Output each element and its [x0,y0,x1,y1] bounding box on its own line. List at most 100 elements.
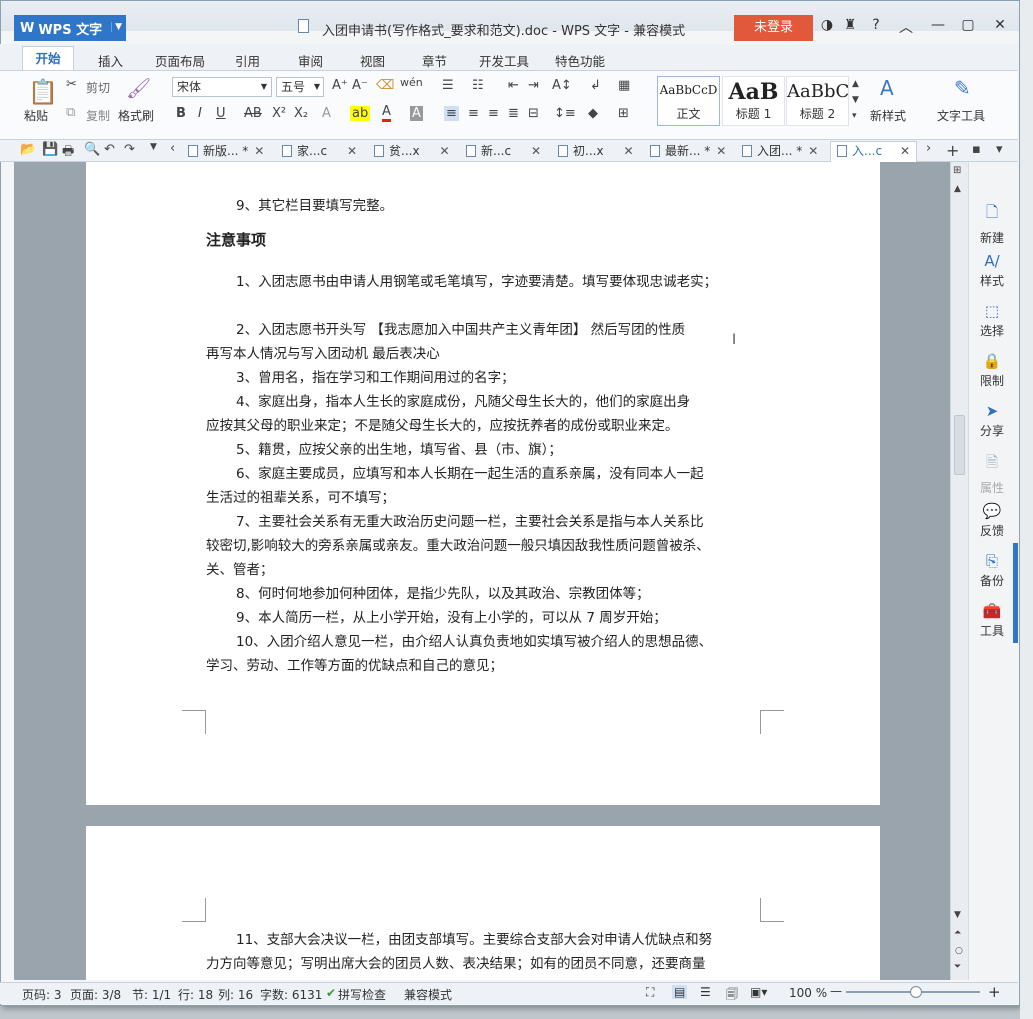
line-spacing-icon[interactable]: ↕≡ [554,106,576,121]
table-icon[interactable]: ▦ [618,78,630,93]
zoom-level[interactable]: 100 % [789,986,827,1000]
panel-edge-handle[interactable] [1013,543,1018,643]
cut-button[interactable]: 剪切 [86,79,110,96]
panel-backup[interactable]: ⎘ 备份 [970,552,1014,589]
char-shading-icon[interactable]: A [410,106,423,121]
panel-restrict[interactable]: 🔒 限制 [970,352,1014,389]
doc-tab[interactable]: 家...c ✕ [282,142,357,160]
doc-tab[interactable]: 入团... * ✕ [742,142,818,160]
bullets-icon[interactable]: ☰ [442,78,454,93]
close-icon[interactable]: ✕ [900,144,910,158]
login-button[interactable]: 未登录 [734,15,813,41]
close-button[interactable]: ✕ [990,17,1010,33]
paste-button[interactable]: 粘贴 [24,107,48,124]
chinese-layout-icon[interactable]: A↕ [552,78,572,93]
status-spell-check[interactable]: 拼写检查 [338,986,386,1003]
next-page-icon[interactable]: ⏷ [954,962,961,972]
minimize-button[interactable]: — [928,17,948,33]
tab-insert[interactable]: 插入 [98,51,123,70]
shrink-font-icon[interactable]: A⁻ [352,78,368,93]
tab-list-icon[interactable]: ▪ [972,142,981,157]
font-color-icon[interactable]: A [382,104,391,122]
save-icon[interactable]: 💾 [42,142,58,157]
superscript-icon[interactable]: X² [272,106,286,121]
zoom-out-icon[interactable]: — [830,984,842,998]
copy-button[interactable]: 复制 [86,107,110,124]
outline-view-icon[interactable]: ☰ [700,985,711,999]
reading-view-icon[interactable]: ▣▾ [750,985,767,999]
web-view-icon[interactable]: 🗐 [726,985,738,1006]
tab-chapter[interactable]: 章节 [422,51,447,70]
status-words[interactable]: 字数: 6131 [260,986,322,1003]
chevron-down-icon[interactable]: ▼ [150,142,157,152]
distribute-icon[interactable]: ⊟ [528,106,539,121]
grow-font-icon[interactable]: A⁺ [332,78,348,93]
tab-page-layout[interactable]: 页面布局 [155,51,205,70]
close-icon[interactable]: ✕ [254,144,264,158]
print-icon[interactable]: 🖶 [62,142,74,164]
open-icon[interactable]: 📂 [20,142,36,157]
fullscreen-icon[interactable]: ⛶ [646,985,654,1000]
show-marks-icon[interactable]: ↲ [590,78,601,93]
undo-icon[interactable]: ↶ [104,142,115,157]
strikethrough-icon[interactable]: AB [244,106,262,121]
maximize-button[interactable]: ▢ [958,17,978,33]
increase-indent-icon[interactable]: ⇥ [528,78,539,93]
document-area[interactable]: 9、其它栏目要填写完整。 注意事项 1、入团志愿书由申请人用钢笔或毛笔填写，字迹… [14,162,950,980]
shirt-icon[interactable]: ♜ [840,17,860,33]
highlight-icon[interactable]: ab [350,106,371,121]
font-select[interactable]: 宋体 ▼ [172,77,272,97]
scroll-up-icon[interactable]: ▲ [954,184,961,194]
close-icon[interactable]: ✕ [531,144,541,158]
justify-icon[interactable]: ≣ [508,106,519,121]
doc-tab[interactable]: 贫...x ✕ [374,142,450,160]
numbering-icon[interactable]: ☷ [472,78,484,93]
new-tab-icon[interactable]: + [946,141,959,160]
doc-tab[interactable]: 新版... * ✕ [188,142,264,160]
size-select[interactable]: 五号 ▼ [276,77,324,97]
align-left-icon[interactable]: ≡ [444,106,459,121]
clear-format-icon[interactable]: ⌫ [376,78,394,93]
tab-review[interactable]: 审阅 [298,51,323,70]
close-icon[interactable]: ✕ [440,144,450,158]
doc-tab[interactable]: 最新... * ✕ [650,142,726,160]
align-center-icon[interactable]: ≡ [468,106,479,121]
panel-style[interactable]: A/样式 [970,252,1014,289]
style-scroll-icon[interactable]: ▲ ▼ ▾ [852,76,859,124]
italic-icon[interactable]: I [198,106,202,121]
prev-page-icon[interactable]: ⏶ [954,928,961,938]
panel-properties[interactable]: 🗎 属性 [970,452,1014,496]
status-pages[interactable]: 页面: 3/8 [70,986,121,1003]
tab-special[interactable]: 特色功能 [555,51,605,70]
style-normal[interactable]: AaBbCcD 正文 [657,76,720,126]
text-tools-button[interactable]: 文字工具 [937,107,985,124]
select-browse-icon[interactable]: ○ [955,946,963,956]
panel-select[interactable]: ⬚ 选择 [970,302,1014,339]
scrollbar-thumb[interactable] [954,415,965,475]
vertical-scrollbar[interactable] [950,162,968,980]
pinyin-icon[interactable]: wén [400,76,423,89]
skin-icon[interactable]: ◑ [817,17,837,33]
text-effect-icon[interactable]: A [322,106,331,121]
style-heading-2[interactable]: AaBbC 标题 2 [786,76,849,126]
panel-tools[interactable]: 🧰 工具 [970,602,1014,639]
collapse-ribbon-icon[interactable]: ︿ [896,17,916,37]
format-painter-button[interactable]: 格式刷 [118,107,154,124]
new-style-button[interactable]: 新样式 [870,107,906,124]
close-icon[interactable]: ✕ [716,144,726,158]
chevron-right-icon[interactable]: › [926,141,931,156]
panel-feedback[interactable]: 💬 反馈 [970,502,1014,539]
align-right-icon[interactable]: ≡ [488,106,499,121]
close-icon[interactable]: ✕ [347,144,357,158]
subscript-icon[interactable]: X₂ [294,106,308,121]
preview-icon[interactable]: 🔍 [84,142,100,157]
style-heading-1[interactable]: AaB 标题 1 [722,76,785,126]
tab-start[interactable]: 开始 [22,46,74,71]
panel-new[interactable]: 🗋 新建 [970,202,1014,246]
bold-icon[interactable]: B [176,106,186,121]
doc-tab-active[interactable]: 入...c ✕ [830,141,918,162]
tab-view[interactable]: 视图 [360,51,385,70]
underline-icon[interactable]: U [216,106,226,121]
page-view-icon[interactable]: ▤ [672,985,688,999]
tab-references[interactable]: 引用 [235,51,260,70]
